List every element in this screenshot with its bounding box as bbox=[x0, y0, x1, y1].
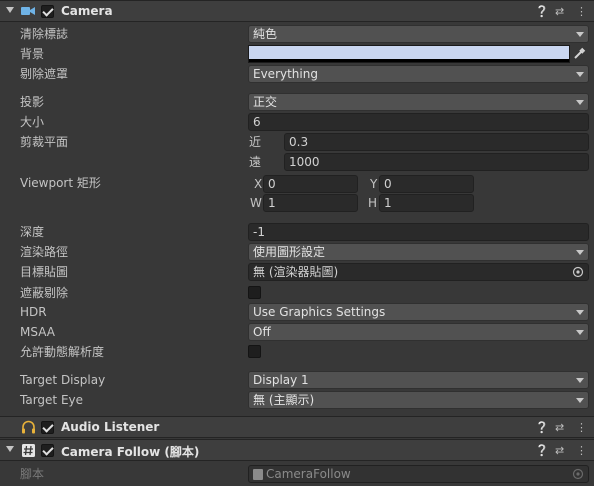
chevron-down-icon bbox=[576, 100, 584, 105]
clear-flags-value: 純色 bbox=[253, 27, 278, 41]
projection-dropdown[interactable]: 正交 bbox=[248, 93, 589, 111]
msaa-dropdown[interactable]: Off bbox=[248, 323, 589, 341]
clear-flags-label: 清除標誌 bbox=[20, 27, 69, 41]
target-texture-value: 無 (渲染器貼圖) bbox=[253, 265, 339, 279]
component-title: Camera bbox=[61, 4, 113, 18]
far-clip-input[interactable]: 1000 bbox=[284, 153, 589, 171]
viewport-h-input[interactable]: 1 bbox=[379, 194, 474, 212]
msaa-value: Off bbox=[253, 325, 271, 339]
camera-enabled-checkbox[interactable] bbox=[41, 5, 54, 18]
camera-follow-enabled-checkbox[interactable] bbox=[41, 444, 54, 457]
color-alpha-bar bbox=[249, 59, 569, 62]
background-label: 背景 bbox=[20, 47, 45, 61]
eyedropper-icon[interactable] bbox=[572, 47, 586, 61]
camera-follow-component-header[interactable]: Camera Follow (腳本) ❔ ⇄ ⋮ bbox=[0, 439, 594, 461]
target-texture-field[interactable]: 無 (渲染器貼圖) bbox=[248, 263, 589, 281]
target-texture-label: 目標貼圖 bbox=[20, 265, 69, 279]
dynamic-resolution-label: 允許動態解析度 bbox=[20, 345, 105, 359]
dynamic-resolution-checkbox[interactable] bbox=[248, 345, 261, 358]
projection-value: 正交 bbox=[253, 95, 278, 109]
object-picker-icon[interactable] bbox=[572, 266, 584, 278]
script-icon bbox=[22, 444, 35, 457]
target-display-dropdown[interactable]: Display 1 bbox=[248, 371, 589, 389]
hdr-label: HDR bbox=[20, 305, 47, 319]
script-value: CameraFollow bbox=[266, 467, 351, 481]
viewport-x-label: X bbox=[254, 177, 263, 191]
foldout-arrow-icon[interactable] bbox=[6, 446, 14, 452]
culling-mask-value: Everything bbox=[253, 67, 318, 81]
viewport-y-label: Y bbox=[370, 177, 378, 191]
projection-label: 投影 bbox=[20, 95, 45, 109]
camera-component-header[interactable]: Camera ❔ ⇄ ⋮ bbox=[0, 0, 594, 22]
size-input[interactable]: 6 bbox=[248, 113, 589, 131]
preset-icon[interactable]: ⇄ bbox=[555, 6, 564, 18]
target-eye-dropdown[interactable]: 無 (主顯示) bbox=[248, 391, 589, 409]
viewport-rect-label: Viewport 矩形 bbox=[20, 176, 101, 190]
chevron-down-icon bbox=[576, 250, 584, 255]
component-title: Camera Follow (腳本) bbox=[61, 445, 200, 459]
target-display-value: Display 1 bbox=[253, 373, 309, 387]
chevron-down-icon bbox=[576, 330, 584, 335]
msaa-label: MSAA bbox=[20, 325, 55, 339]
headphones-icon bbox=[22, 420, 35, 434]
preset-icon[interactable]: ⇄ bbox=[555, 422, 564, 434]
foldout-arrow-icon[interactable] bbox=[6, 7, 14, 13]
target-eye-value: 無 (主顯示) bbox=[253, 393, 315, 407]
viewport-x-input[interactable]: 0 bbox=[263, 175, 358, 193]
more-options-icon[interactable]: ⋮ bbox=[576, 445, 587, 457]
rendering-path-label: 渲染路徑 bbox=[20, 245, 69, 259]
chevron-down-icon bbox=[576, 72, 584, 77]
help-icon[interactable]: ❔ bbox=[535, 422, 549, 434]
size-label: 大小 bbox=[20, 115, 45, 129]
depth-label: 深度 bbox=[20, 225, 45, 239]
more-options-icon[interactable]: ⋮ bbox=[576, 422, 587, 434]
viewport-w-input[interactable]: 1 bbox=[263, 194, 358, 212]
component-title: Audio Listener bbox=[61, 420, 160, 434]
chevron-down-icon bbox=[576, 378, 584, 383]
near-clip-input[interactable]: 0.3 bbox=[284, 133, 589, 151]
more-options-icon[interactable]: ⋮ bbox=[576, 6, 587, 18]
chevron-down-icon bbox=[576, 32, 584, 37]
near-label: 近 bbox=[249, 135, 262, 149]
far-label: 遠 bbox=[249, 155, 262, 169]
camera-icon bbox=[21, 7, 35, 15]
viewport-h-label: H bbox=[368, 196, 378, 210]
target-display-label: Target Display bbox=[20, 373, 106, 387]
clipping-planes-label: 剪裁平面 bbox=[20, 135, 69, 149]
preset-icon[interactable]: ⇄ bbox=[555, 445, 564, 457]
viewport-w-label: W bbox=[250, 196, 262, 210]
script-field: CameraFollow bbox=[248, 465, 589, 483]
help-icon[interactable]: ❔ bbox=[535, 6, 549, 18]
help-icon[interactable]: ❔ bbox=[535, 445, 549, 457]
occlusion-culling-label: 遮蔽剔除 bbox=[20, 286, 69, 300]
audio-listener-enabled-checkbox[interactable] bbox=[41, 421, 54, 434]
chevron-down-icon bbox=[576, 398, 584, 403]
audio-listener-component-header[interactable]: Audio Listener ❔ ⇄ ⋮ bbox=[0, 416, 594, 438]
background-color-field[interactable] bbox=[248, 45, 570, 63]
depth-input[interactable]: -1 bbox=[248, 223, 589, 241]
target-eye-label: Target Eye bbox=[20, 393, 84, 407]
hdr-dropdown[interactable]: Use Graphics Settings bbox=[248, 303, 589, 321]
culling-mask-dropdown[interactable]: Everything bbox=[248, 65, 589, 83]
clear-flags-dropdown[interactable]: 純色 bbox=[248, 25, 589, 43]
rendering-path-value: 使用圖形設定 bbox=[253, 245, 326, 259]
occlusion-culling-checkbox[interactable] bbox=[248, 286, 261, 299]
hdr-value: Use Graphics Settings bbox=[253, 305, 386, 319]
object-picker-icon bbox=[572, 468, 584, 480]
chevron-down-icon bbox=[576, 310, 584, 315]
viewport-y-input[interactable]: 0 bbox=[379, 175, 474, 193]
rendering-path-dropdown[interactable]: 使用圖形設定 bbox=[248, 243, 589, 261]
script-label: 腳本 bbox=[20, 467, 45, 481]
cs-script-icon bbox=[253, 469, 263, 480]
culling-mask-label: 剔除遮罩 bbox=[20, 67, 69, 81]
